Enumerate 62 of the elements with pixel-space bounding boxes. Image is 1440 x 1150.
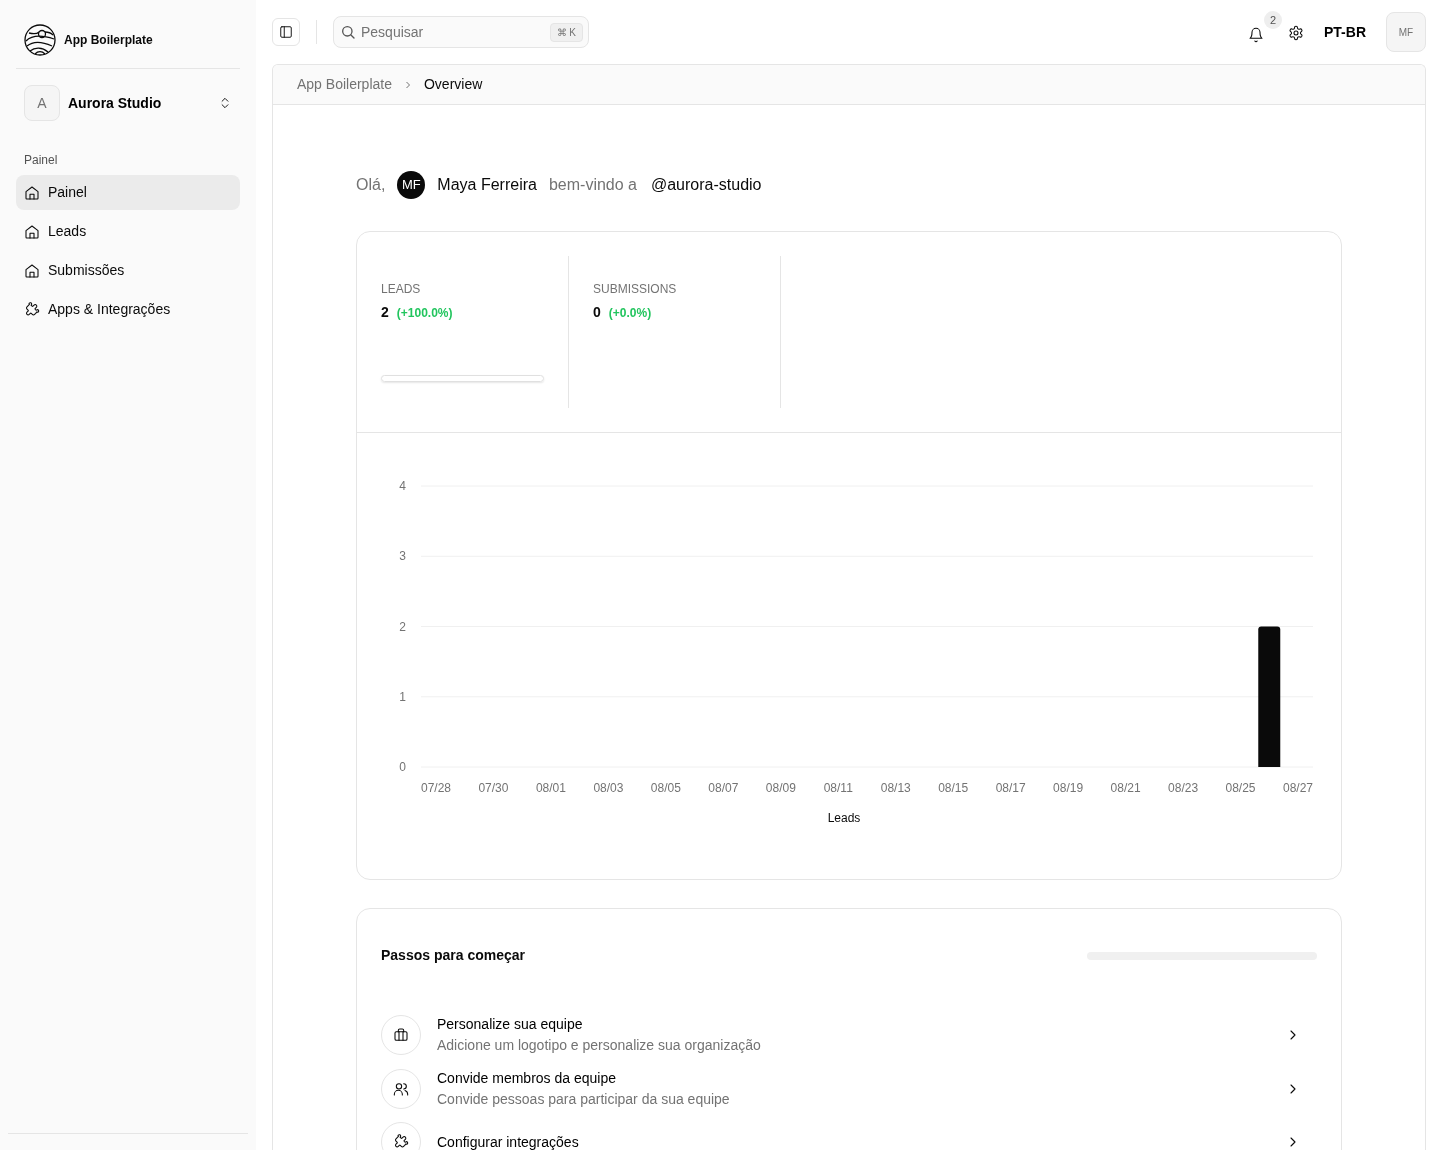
- user-avatar-button[interactable]: MF: [1386, 12, 1426, 52]
- x-tick-label: 08/15: [938, 781, 969, 795]
- y-tick-label: 4: [399, 479, 406, 493]
- stat-change: (+0.0%): [608, 304, 652, 322]
- sidebar-item[interactable]: Apps & Integrações: [16, 292, 240, 327]
- x-tick-label: 08/25: [1225, 781, 1256, 795]
- step-item[interactable]: Configurar integrações: [381, 1116, 1317, 1150]
- y-tick-label: 0: [399, 760, 406, 774]
- language-button[interactable]: PT-BR: [1324, 21, 1366, 43]
- section-label: Painel: [23, 152, 59, 169]
- sidebar-item[interactable]: Painel: [16, 175, 240, 210]
- sidebar-toggle-button[interactable]: [272, 18, 300, 46]
- team-switcher[interactable]: A Aurora Studio: [16, 85, 240, 121]
- home-icon: [24, 184, 40, 201]
- x-tick-label: 08/19: [1053, 781, 1084, 795]
- x-tick-label: 08/05: [650, 781, 681, 795]
- x-tick-label: 08/27: [1283, 781, 1313, 795]
- sidebar-icon: [279, 25, 293, 39]
- step-item[interactable]: Personalize sua equipe Adicione um logotipo e personalize sua organização: [381, 1008, 1317, 1062]
- stat-value: 2: [381, 303, 389, 322]
- users-icon: [393, 1081, 409, 1097]
- breadcrumb-link[interactable]: App Boilerplate: [297, 74, 392, 95]
- legend-label: Leads: [827, 811, 861, 825]
- logo-icon: [24, 24, 56, 56]
- step-item[interactable]: Convide membros da equipe Convide pessoas para participar da sua equipe: [381, 1062, 1317, 1116]
- briefcase-icon: [393, 1027, 409, 1043]
- home-icon: [24, 223, 40, 240]
- user-name: Maya Ferreira: [437, 175, 537, 195]
- x-tick-label: 08/01: [535, 781, 566, 795]
- x-tick-label: 08/17: [995, 781, 1026, 795]
- team-handle: @aurora-studio: [650, 175, 762, 195]
- stat-change: (+100.0%): [396, 304, 453, 322]
- x-tick-label: 08/13: [880, 781, 911, 795]
- x-tick-label: 08/11: [823, 781, 853, 795]
- team-avatar: A: [24, 85, 60, 121]
- stat-label: LEADS: [381, 281, 422, 298]
- user-avatar: MF: [397, 171, 426, 199]
- shortcut-hint: ⌘ K: [549, 23, 583, 42]
- x-tick-label: 08/07: [708, 781, 739, 795]
- x-tick-label: 08/21: [1110, 781, 1141, 795]
- notification-count: 2: [1264, 11, 1282, 29]
- breadcrumb-current: Overview: [423, 75, 483, 94]
- puzzle-icon: [393, 1134, 409, 1150]
- steps-title: Passos para começar: [381, 946, 525, 965]
- stat-value: 0: [593, 303, 601, 322]
- app-name: App Boilerplate: [64, 32, 153, 49]
- puzzle-icon: [24, 301, 40, 318]
- x-tick-label: 07/28: [421, 781, 451, 795]
- welcome-text: bem-vindo a: [548, 175, 637, 195]
- search-icon: [340, 24, 356, 40]
- home-icon: [24, 262, 40, 279]
- y-tick-label: 3: [399, 549, 406, 564]
- x-tick-label: 08/23: [1168, 781, 1199, 795]
- y-tick-label: 1: [399, 689, 406, 704]
- sidebar-item[interactable]: Leads: [16, 214, 240, 249]
- greeting-text: Olá,: [356, 175, 386, 195]
- x-tick-label: 07/30: [478, 781, 509, 795]
- stat-label: SUBMISSIONS: [593, 281, 678, 298]
- y-tick-label: 2: [399, 619, 406, 634]
- x-tick-label: 08/03: [593, 781, 624, 795]
- sidebar-item[interactable]: Submissões: [16, 253, 240, 288]
- x-tick-label: 08/09: [765, 781, 796, 795]
